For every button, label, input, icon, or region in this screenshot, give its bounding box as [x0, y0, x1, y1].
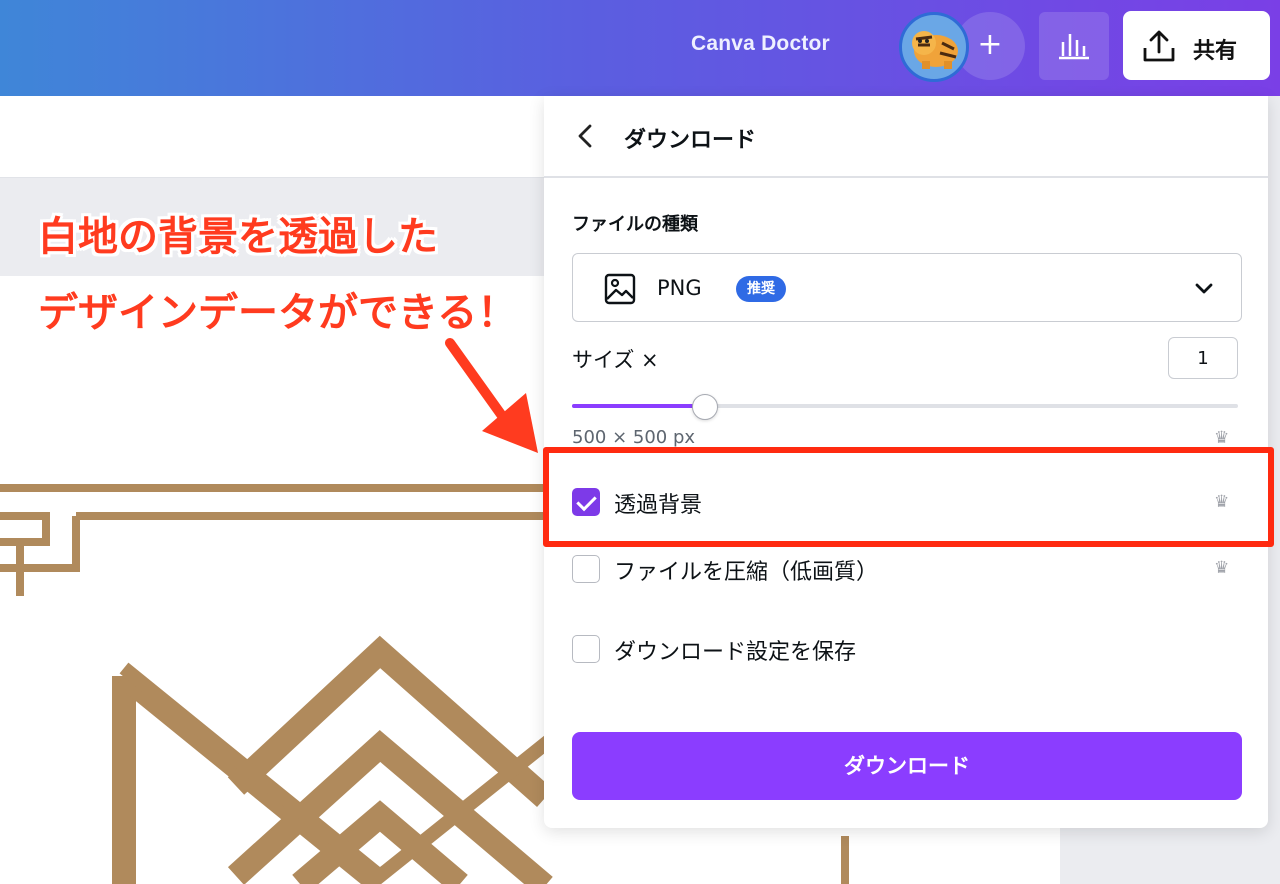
top-bar: Canva Doctor + 共有 [0, 0, 1280, 96]
option-label: ダウンロード設定を保存 [614, 640, 857, 665]
tiger-avatar-icon [912, 31, 958, 69]
share-button[interactable]: 共有 [1123, 11, 1270, 80]
design-title[interactable]: Canva Doctor [691, 32, 830, 56]
download-button[interactable]: ダウンロード [572, 732, 1242, 800]
compress-file-checkbox[interactable] [572, 555, 600, 583]
recommended-badge: 推奨 [736, 276, 786, 302]
chevron-down-icon [1195, 283, 1213, 294]
panel-title: ダウンロード [624, 128, 757, 153]
highlight-box [543, 447, 1274, 547]
crown-icon: ♛ [1214, 558, 1230, 578]
share-upload-icon [1143, 30, 1175, 62]
file-type-value: PNG [657, 276, 702, 300]
insights-chart-icon [1059, 34, 1089, 60]
size-slider[interactable] [572, 404, 1238, 408]
dimensions-text: 500 × 500 px [572, 427, 696, 448]
image-icon [604, 273, 636, 305]
panel-header: ダウンロード [544, 96, 1268, 178]
insights-button[interactable] [1039, 12, 1109, 80]
save-settings-checkbox[interactable] [572, 635, 600, 663]
size-input[interactable] [1168, 337, 1238, 379]
size-slider-fill [572, 404, 706, 408]
size-slider-thumb[interactable] [692, 394, 719, 420]
crown-icon: ♛ [1214, 428, 1230, 448]
share-label: 共有 [1193, 39, 1238, 64]
file-type-select[interactable]: PNG 推奨 [572, 253, 1242, 322]
annotation-line-1: 白地の背景を透過した [38, 214, 438, 260]
file-type-label: ファイルの種類 [572, 214, 698, 235]
size-label: サイズ × [572, 348, 659, 372]
annotation-arrow-icon [445, 338, 538, 453]
back-chevron-icon[interactable] [568, 118, 604, 154]
editor-toolbar [0, 96, 545, 178]
avatar[interactable] [899, 12, 969, 82]
option-label: ファイルを圧縮（低画質） [614, 560, 879, 585]
annotation-line-2: デザインデータができる！ [38, 290, 518, 336]
